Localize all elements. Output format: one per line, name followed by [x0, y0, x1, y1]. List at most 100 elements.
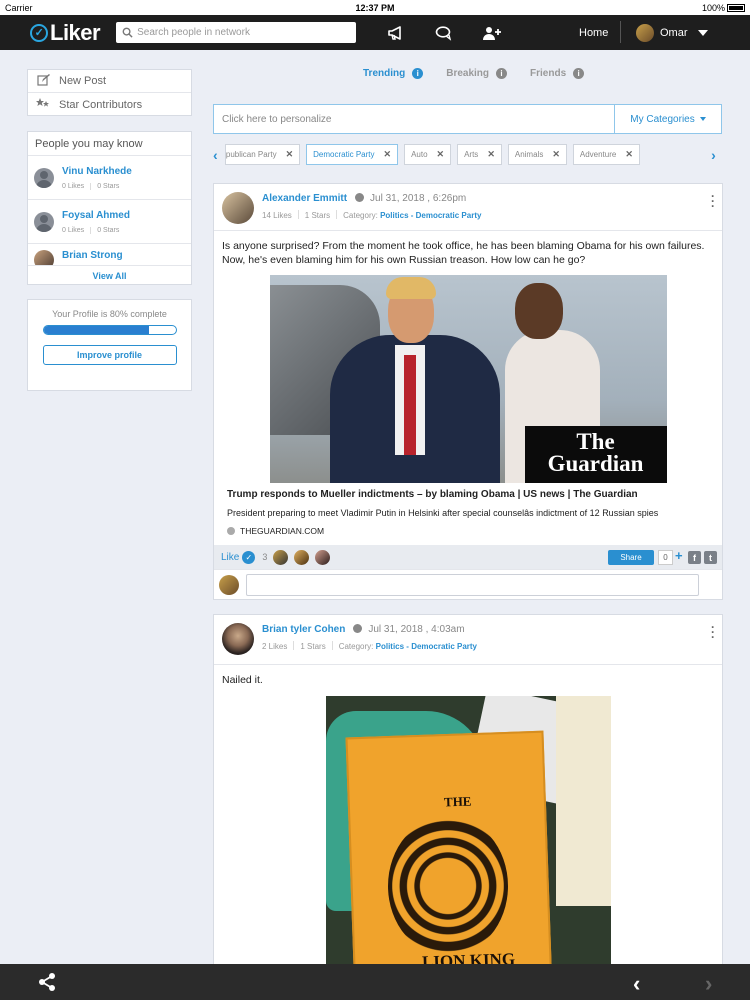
- avatar[interactable]: [315, 549, 331, 565]
- chat-icon[interactable]: [434, 23, 454, 43]
- close-icon[interactable]: ✕: [552, 149, 560, 160]
- user-menu[interactable]: Omar: [636, 23, 708, 42]
- like-button[interactable]: Like ✓: [221, 550, 256, 564]
- logo-text: Liker: [50, 19, 101, 45]
- close-icon[interactable]: ✕: [625, 149, 633, 160]
- person-name[interactable]: Brian Strong: [62, 250, 123, 261]
- avatar: [219, 574, 239, 595]
- info-icon[interactable]: i: [496, 68, 508, 79]
- post-image[interactable]: THE LION KING: [326, 696, 611, 981]
- add-user-icon[interactable]: [482, 23, 502, 43]
- share-icon[interactable]: [37, 972, 57, 992]
- new-post-link[interactable]: New Post: [28, 70, 191, 93]
- share-button[interactable]: Share: [608, 550, 654, 565]
- suggested-person[interactable]: Vinu Narkhede 0 Likes 0 Stars: [28, 156, 191, 200]
- chevron-down-icon: [697, 29, 708, 36]
- tab-friends[interactable]: Friends i: [530, 68, 585, 79]
- chevron-left-icon[interactable]: ‹: [213, 147, 225, 163]
- profile-completion-text: Your Profile is 80% complete: [52, 309, 167, 319]
- post-body: Nailed it.: [222, 674, 263, 686]
- site-icon: [227, 527, 235, 535]
- avatar[interactable]: [294, 549, 310, 565]
- people-panel-title: People you may know: [28, 132, 191, 156]
- info-icon[interactable]: i: [573, 68, 585, 79]
- new-post-label: New Post: [59, 75, 107, 87]
- close-icon[interactable]: ✕: [437, 149, 445, 160]
- more-options-icon[interactable]: · · ·: [710, 190, 716, 212]
- info-icon[interactable]: i: [412, 68, 424, 79]
- post-likes: 2 Likes: [262, 642, 288, 651]
- avatar[interactable]: [273, 549, 289, 565]
- close-icon[interactable]: ✕: [384, 149, 392, 160]
- like-count: 3: [262, 552, 268, 562]
- close-icon[interactable]: ✕: [286, 149, 294, 160]
- home-link[interactable]: Home: [579, 27, 608, 39]
- post-meta: 2 Likes 1 Stars Category: Politics - Democ…: [262, 641, 477, 651]
- app-logo[interactable]: ✓ Liker: [30, 19, 101, 46]
- category-label: Category:: [343, 211, 378, 220]
- tab-label: Trending: [363, 68, 406, 79]
- carrier-label: Carrier: [5, 2, 33, 13]
- person-stats: 0 Likes 0 Stars: [62, 226, 130, 234]
- share-count: 0: [658, 550, 673, 565]
- star-contributors-link[interactable]: Star Contributors: [28, 93, 191, 116]
- tab-breaking[interactable]: Breaking i: [446, 68, 508, 79]
- post-author[interactable]: Brian tyler Cohen: [262, 624, 345, 635]
- person-likes: 0 Likes: [62, 182, 85, 190]
- status-bar: Carrier 12:37 PM 100%: [0, 0, 750, 15]
- post-date: Jul 31, 2018 , 6:26pm: [370, 193, 467, 204]
- tab-trending[interactable]: Trending i: [363, 68, 424, 79]
- category-chip[interactable]: Arts ✕: [457, 144, 502, 165]
- person-name[interactable]: Foysal Ahmed: [62, 210, 130, 221]
- category-chip[interactable]: Auto ✕: [404, 144, 452, 165]
- close-icon[interactable]: ✕: [487, 149, 495, 160]
- my-categories-dropdown[interactable]: My Categories: [614, 105, 721, 133]
- forward-arrow-icon[interactable]: ›: [705, 971, 712, 997]
- guardian-logo-line1: The: [576, 429, 615, 454]
- suggested-person[interactable]: Brian Strong: [28, 244, 191, 266]
- post-category[interactable]: Politics - Democratic Party: [376, 642, 477, 651]
- back-arrow-icon[interactable]: ‹: [633, 971, 640, 997]
- category-chip[interactable]: publican Party ✕: [224, 144, 301, 165]
- feed-post: Brian tyler Cohen Jul 31, 2018 , 4:03am 2…: [213, 614, 723, 981]
- more-options-icon[interactable]: · · ·: [710, 621, 716, 643]
- facebook-icon[interactable]: f: [688, 551, 701, 564]
- chip-label: Auto: [411, 150, 428, 159]
- comment-row: [214, 569, 722, 599]
- avatar: [34, 211, 54, 232]
- post-author[interactable]: Alexander Emmitt: [262, 193, 347, 204]
- personalize-bar: My Categories: [213, 104, 722, 134]
- post-date: Jul 31, 2018 , 4:03am: [368, 624, 465, 635]
- avatar[interactable]: [222, 623, 254, 655]
- profile-completion-panel: Your Profile is 80% complete Improve pro…: [27, 299, 192, 391]
- people-you-may-know-panel: People you may know Vinu Narkhede 0 Like…: [27, 131, 192, 285]
- battery-indicator: 100%: [702, 3, 745, 13]
- chevron-right-icon[interactable]: ›: [711, 147, 723, 163]
- category-chip[interactable]: Adventure ✕: [572, 144, 640, 165]
- feed-tabs: Trending i Breaking i Friends i: [363, 68, 607, 79]
- megaphone-icon[interactable]: [386, 23, 406, 43]
- like-label: Like: [221, 551, 240, 563]
- category-chip[interactable]: Animals ✕: [507, 144, 567, 165]
- post-header: Alexander Emmitt Jul 31, 2018 , 6:26pm 14…: [214, 184, 722, 231]
- search-box[interactable]: [116, 22, 357, 43]
- person-name[interactable]: Vinu Narkhede: [62, 166, 132, 177]
- improve-profile-button[interactable]: Improve profile: [42, 345, 177, 365]
- post-header: Brian tyler Cohen Jul 31, 2018 , 4:03am 2…: [214, 615, 722, 665]
- avatar[interactable]: [222, 192, 254, 224]
- view-all-link[interactable]: View All: [28, 266, 191, 286]
- guardian-logo-line2: Guardian: [547, 451, 644, 476]
- comment-input[interactable]: [246, 573, 699, 596]
- post-category[interactable]: Politics - Democratic Party: [380, 211, 481, 220]
- twitter-icon[interactable]: t: [704, 551, 717, 564]
- link-preview-title[interactable]: Trump responds to Mueller indictments – …: [214, 483, 722, 500]
- sign-text-top: THE: [443, 793, 472, 810]
- search-input[interactable]: [137, 27, 348, 38]
- category-chip[interactable]: Democratic Party ✕: [306, 144, 399, 165]
- bottom-toolbar: ‹ ›: [0, 964, 750, 1000]
- suggested-person[interactable]: Foysal Ahmed 0 Likes 0 Stars: [28, 200, 191, 244]
- profile-progress-bar: [42, 325, 177, 335]
- plus-icon[interactable]: +: [675, 548, 683, 563]
- link-preview-image[interactable]: The Guardian: [269, 275, 667, 483]
- personalize-input[interactable]: [214, 105, 614, 133]
